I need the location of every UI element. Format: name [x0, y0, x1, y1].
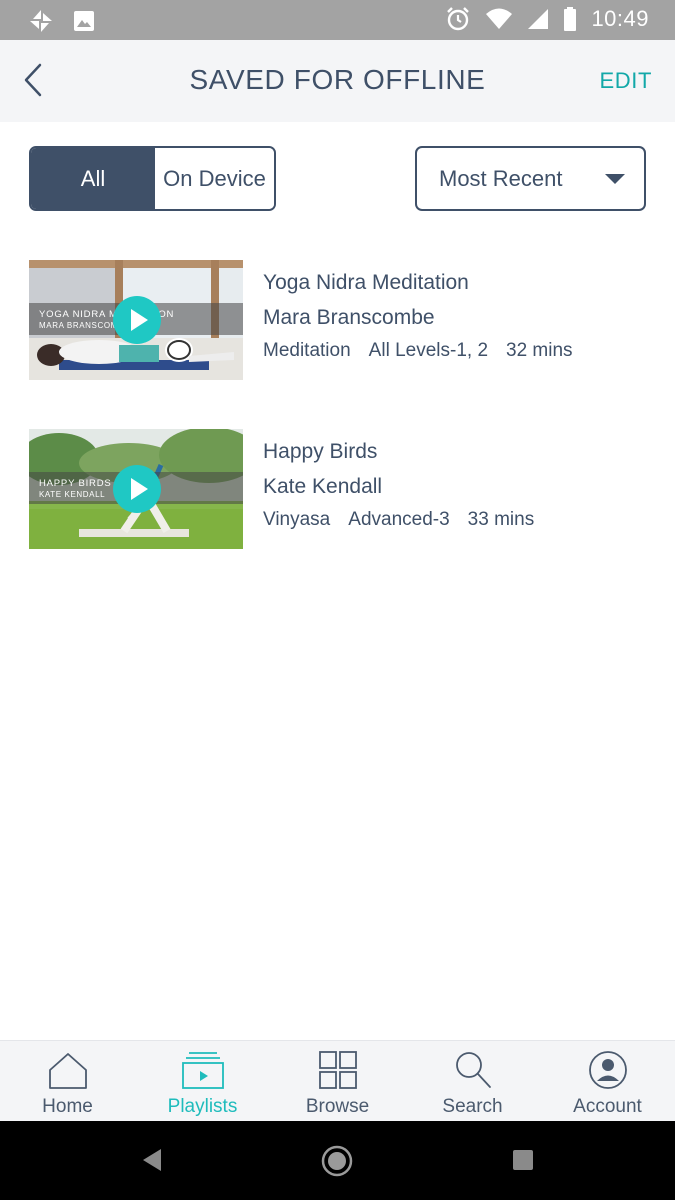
- tab-search[interactable]: Search: [405, 1041, 540, 1121]
- class-style: Vinyasa: [263, 509, 331, 530]
- class-duration: 32 mins: [506, 340, 573, 361]
- class-details: Yoga Nidra Meditation Mara Branscombe Me…: [263, 270, 653, 363]
- class-duration: 33 mins: [467, 509, 535, 530]
- wifi-icon: [486, 8, 513, 29]
- status-indicators: 10:49: [445, 6, 649, 32]
- battery-icon: [564, 7, 577, 31]
- account-icon: [588, 1051, 627, 1089]
- signal-icon: [528, 9, 549, 29]
- sort-selected-value: Most Recent: [439, 165, 563, 191]
- tab-account[interactable]: Account: [540, 1041, 675, 1121]
- class-level: All Levels-1, 2: [368, 340, 489, 361]
- thumbnail-title: HAPPY BIRDS: [39, 478, 112, 489]
- alarm-icon: [447, 7, 470, 31]
- system-home-icon[interactable]: [321, 1145, 353, 1177]
- play-icon: [131, 309, 148, 331]
- bottom-tab-bar: Home Playlists Browse Search Account: [0, 1040, 675, 1121]
- browse-grid-icon: [318, 1051, 357, 1089]
- sort-dropdown[interactable]: Most Recent: [415, 146, 646, 211]
- class-list-item[interactable]: YOGA NIDRA MEDITATION MARA BRANSCOMBE Yo…: [29, 260, 649, 380]
- clock: 10:49: [591, 6, 649, 31]
- class-teacher: Kate Kendall: [263, 475, 383, 498]
- tab-playlists-label: Playlists: [167, 1096, 238, 1117]
- status-bar: 10:49: [0, 0, 675, 40]
- play-button[interactable]: [113, 296, 161, 344]
- tab-browse[interactable]: Browse: [270, 1041, 405, 1121]
- play-icon: [131, 478, 148, 500]
- class-thumbnail[interactable]: YOGA NIDRA MEDITATION MARA BRANSCOMBE: [29, 260, 243, 380]
- class-title: Yoga Nidra Meditation: [263, 271, 469, 294]
- class-list-item[interactable]: HAPPY BIRDS KATE KENDALL Happy Birds Kat…: [29, 429, 649, 549]
- class-info: Meditation All Levels-1, 2 32 mins: [263, 339, 653, 363]
- tab-account-label: Account: [573, 1096, 642, 1117]
- location-filter: All On Device: [29, 146, 276, 211]
- class-thumbnail[interactable]: HAPPY BIRDS KATE KENDALL: [29, 429, 243, 549]
- app-header: SAVED FOR OFFLINE EDIT: [0, 40, 675, 122]
- class-title: Happy Birds: [263, 440, 378, 463]
- playlists-icon: [181, 1052, 224, 1089]
- system-recents-icon[interactable]: [512, 1149, 534, 1171]
- thumbnail-teacher: KATE KENDALL: [39, 490, 106, 499]
- pinwheel-icon: [30, 10, 52, 32]
- class-teacher: Mara Branscombe: [263, 306, 435, 329]
- system-back-icon[interactable]: [140, 1147, 164, 1173]
- tab-search-label: Search: [442, 1096, 503, 1117]
- class-info: Vinyasa Advanced-3 33 mins: [263, 508, 653, 532]
- edit-button[interactable]: EDIT: [599, 68, 652, 94]
- home-icon: [48, 1053, 87, 1089]
- tab-playlists[interactable]: Playlists: [135, 1041, 270, 1121]
- caret-down-icon: [605, 174, 625, 184]
- status-notifications: [28, 8, 96, 34]
- search-icon: [455, 1052, 491, 1088]
- tab-browse-label: Browse: [305, 1096, 370, 1117]
- segment-all[interactable]: All: [31, 148, 155, 209]
- tab-home-label: Home: [42, 1096, 93, 1117]
- page-title: SAVED FOR OFFLINE: [189, 64, 486, 95]
- image-icon: [74, 11, 94, 31]
- class-level: Advanced-3: [348, 509, 450, 530]
- system-navigation-bar: [0, 1121, 675, 1200]
- class-details: Happy Birds Kate Kendall Vinyasa Advance…: [263, 439, 653, 532]
- class-style: Meditation: [263, 340, 351, 361]
- play-button[interactable]: [113, 465, 161, 513]
- segment-on-device[interactable]: On Device: [155, 148, 274, 209]
- tab-home[interactable]: Home: [0, 1041, 135, 1121]
